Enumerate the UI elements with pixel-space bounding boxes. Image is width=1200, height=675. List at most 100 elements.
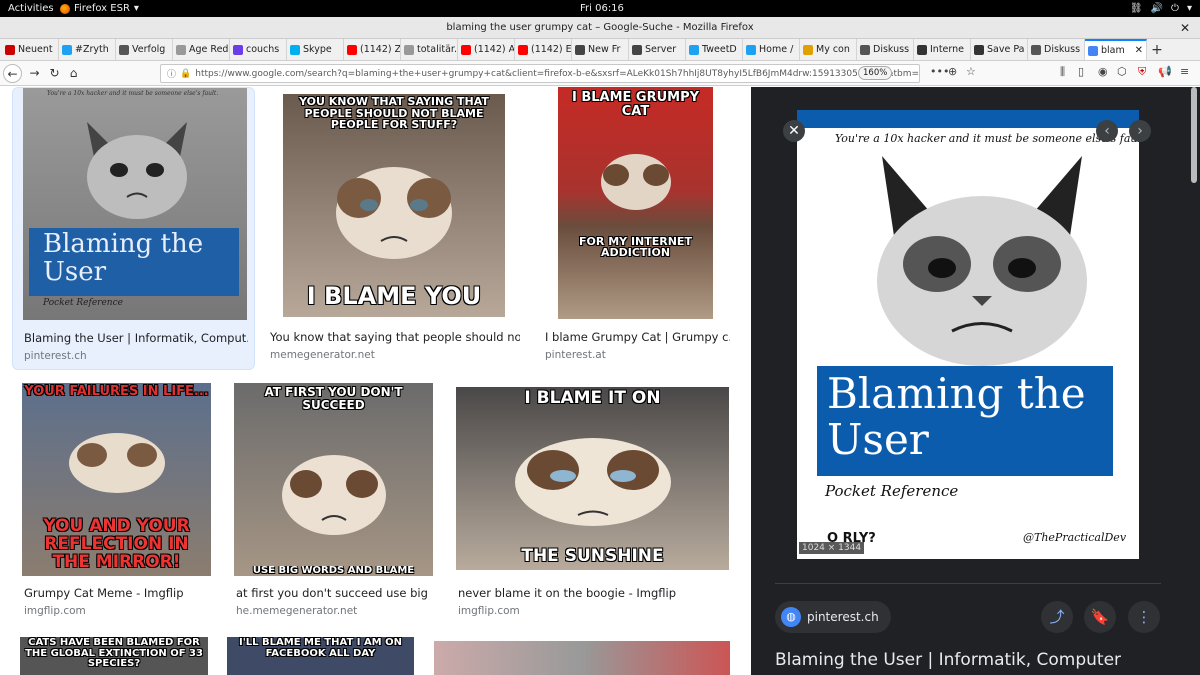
preview-title[interactable]: Blaming the User | Informatik, Computer <box>775 650 1121 670</box>
browser-tab[interactable]: (1142) E <box>515 39 572 60</box>
home-icon[interactable]: ⌂ <box>64 64 83 83</box>
divider <box>775 583 1161 584</box>
network-icon: ⛓ <box>1129 3 1143 14</box>
result-caption[interactable]: Blaming the User | Informatik, Comput... <box>24 331 248 345</box>
result-source[interactable]: memegenerator.net <box>270 349 375 361</box>
result-thumbnail[interactable] <box>434 641 730 675</box>
result-card[interactable]: I BLAME GRUMPY CAT FOR MY INTERNET ADDIC… <box>545 87 740 370</box>
tab-strip: Neuent #Zryth Verfolg Age Reduct couchs Skype… <box>0 39 1200 61</box>
result-thumbnail[interactable]: You're a 10x hacker and it must be someo… <box>23 88 247 320</box>
more-vert-icon[interactable]: ⋮ <box>1128 601 1160 633</box>
result-thumbnail[interactable]: I BLAME IT ON THE SUNSHINE <box>456 387 729 570</box>
ublock-icon[interactable]: ⛨ <box>1138 65 1146 79</box>
system-top-bar: Activities Firefox ESR ▾ Fri 06:16 ⛓ 🔊 ⏻ … <box>0 0 1200 17</box>
result-caption[interactable]: at first you don't succeed use big ... <box>236 586 431 600</box>
result-caption[interactable]: I blame Grumpy Cat | Grumpy c... <box>545 330 730 344</box>
page-actions-icon[interactable]: ••• <box>930 65 949 78</box>
browser-tab[interactable]: Save Pa <box>971 39 1028 60</box>
new-tab-button[interactable]: + <box>1147 39 1167 60</box>
chevron-right-icon[interactable]: › <box>1129 120 1151 142</box>
browser-tab[interactable]: Age Reduct <box>173 39 230 60</box>
clock[interactable]: Fri 06:16 <box>580 3 624 14</box>
back-button[interactable]: ← <box>3 64 22 83</box>
browser-tab[interactable]: Diskuss <box>1028 39 1085 60</box>
google-icon <box>1088 45 1098 56</box>
grumpy-cat-face <box>558 118 713 236</box>
window-close-icon[interactable]: ✕ <box>1180 17 1190 39</box>
chevron-left-icon[interactable]: ‹ <box>1096 120 1118 142</box>
bookmark-icon[interactable]: 🔖 <box>1084 601 1116 633</box>
result-caption[interactable]: You know that saying that people should … <box>270 330 520 344</box>
book-title-line-2: User <box>827 415 929 464</box>
share-icon[interactable]: ⤴ <box>1041 601 1073 633</box>
browser-tab[interactable]: #Zryth <box>59 39 116 60</box>
browser-tab[interactable]: Interne <box>914 39 971 60</box>
browser-tab[interactable]: Skype <box>287 39 344 60</box>
result-thumbnail[interactable]: YOUR FAILURES IN LIFE... YOU AND YOUR RE… <box>22 383 211 576</box>
browser-tab[interactable]: Diskuss <box>857 39 914 60</box>
meme-top-text: I BLAME IT ON <box>524 388 661 408</box>
result-source[interactable]: he.memegenerator.net <box>236 605 357 617</box>
reload-icon[interactable]: ↻ <box>45 64 64 83</box>
browser-tab[interactable]: (1142) Z <box>344 39 401 60</box>
source-site-chip[interactable]: ◍ pinterest.ch <box>775 601 891 633</box>
result-thumbnail[interactable]: YOU KNOW THAT SAYING THAT PEOPLE SHOULD … <box>283 94 505 317</box>
grumpy-cat-face <box>234 414 433 566</box>
browser-tab[interactable]: Neuent <box>2 39 59 60</box>
browser-tab[interactable]: TweetD <box>686 39 743 60</box>
browser-tab[interactable]: blam ✕ <box>1085 39 1147 60</box>
result-caption[interactable]: never blame it on the boogie - Imgflip <box>458 586 728 600</box>
window-title: blaming the user grumpy cat – Google-Suc… <box>446 22 754 33</box>
result-card[interactable]: I BLAME IT ON THE SUNSHINE never blame i… <box>456 383 730 623</box>
result-thumbnail[interactable]: CATS HAVE BEEN BLAMED FOR THE GLOBAL EXT… <box>20 637 208 675</box>
tab-label: (1142) Z <box>360 44 401 55</box>
meme-top-text: YOUR FAILURES IN LIFE... <box>24 384 209 399</box>
browser-tab[interactable]: totalitär.de <box>401 39 458 60</box>
preview-image[interactable]: You're a 10x hacker and it must be someo… <box>797 110 1139 559</box>
result-source[interactable]: imgflip.com <box>24 605 86 617</box>
scrollbar[interactable] <box>1189 87 1200 187</box>
browser-tab[interactable]: Home / <box>743 39 800 60</box>
app-menu[interactable]: Firefox ESR ▾ <box>60 3 139 14</box>
result-thumbnail[interactable]: I BLAME GRUMPY CAT FOR MY INTERNET ADDIC… <box>558 87 713 319</box>
browser-tab[interactable]: Server <box>629 39 686 60</box>
account-icon[interactable]: ◉ <box>1098 65 1108 78</box>
info-icon[interactable]: ⓘ <box>167 67 176 80</box>
activities-button[interactable]: Activities <box>8 3 54 14</box>
browser-tab[interactable]: Verfolg <box>116 39 173 60</box>
menu-icon[interactable]: ≡ <box>1180 65 1189 78</box>
scrollbar-thumb[interactable] <box>1191 87 1197 183</box>
lock-icon[interactable]: 🔒 <box>180 69 191 79</box>
grumpy-cat-face <box>22 401 211 519</box>
system-tray[interactable]: ⛓ 🔊 ⏻ ▾ <box>1130 3 1192 14</box>
result-card-selected[interactable]: You're a 10x hacker and it must be someo… <box>12 87 255 370</box>
close-icon[interactable]: ✕ <box>783 120 805 142</box>
result-thumbnail[interactable]: AT FIRST YOU DON'T SUCCEED USE BIG WORDS… <box>234 383 433 576</box>
image-results-grid: You're a 10x hacker and it must be someo… <box>0 87 750 675</box>
result-card[interactable]: AT FIRST YOU DON'T SUCCEED USE BIG WORDS… <box>234 383 434 623</box>
browser-tab[interactable]: My con <box>800 39 857 60</box>
browser-tab[interactable]: New Fr <box>572 39 629 60</box>
browser-tab[interactable]: couchs <box>230 39 287 60</box>
sidebar-icon[interactable]: ▯ <box>1078 65 1084 78</box>
library-icon[interactable]: ⫼ <box>1060 65 1065 79</box>
result-source[interactable]: pinterest.at <box>545 349 606 361</box>
url-bar[interactable]: ⓘ 🔒 https://www.google.com/search?q=blam… <box>160 64 920 83</box>
meme-top-text: CATS HAVE BEEN BLAMED FOR THE GLOBAL EXT… <box>25 637 203 669</box>
browser-tab[interactable]: (1142) A <box>458 39 515 60</box>
extension-icon[interactable]: ⬡ <box>1117 65 1127 78</box>
zoom-indicator[interactable]: 160% <box>858 66 893 80</box>
result-card[interactable]: YOUR FAILURES IN LIFE... YOU AND YOUR RE… <box>22 383 212 623</box>
result-caption[interactable]: Grumpy Cat Meme - Imgflip <box>24 586 209 600</box>
result-card[interactable]: YOU KNOW THAT SAYING THAT PEOPLE SHOULD … <box>270 87 522 370</box>
grumpy-cat-face <box>87 122 187 219</box>
result-thumbnail[interactable]: I'LL BLAME ME THAT I AM ON FACEBOOK ALL … <box>227 637 414 675</box>
result-source[interactable]: pinterest.ch <box>24 350 87 362</box>
bookmark-star-icon[interactable]: ☆ <box>966 65 976 78</box>
forward-button[interactable]: → <box>25 64 44 83</box>
megaphone-icon[interactable]: 📢 <box>1158 65 1172 78</box>
tab-close-icon[interactable]: ✕ <box>1135 45 1143 56</box>
pocket-icon[interactable]: ⊕ <box>948 65 957 78</box>
result-source[interactable]: imgflip.com <box>458 605 520 617</box>
tab-label: TweetD <box>702 44 737 55</box>
